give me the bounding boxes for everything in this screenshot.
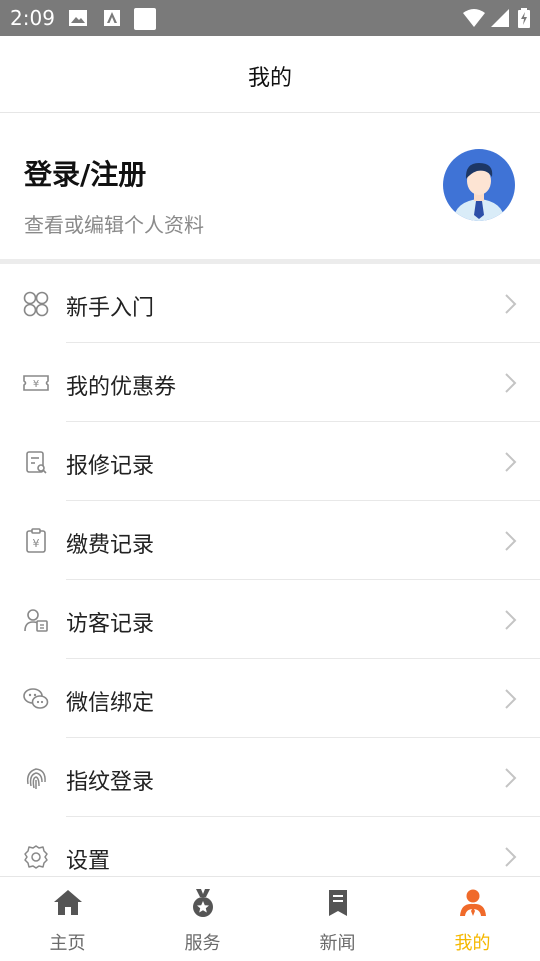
menu-item-label: 新手入门 [66,296,155,321]
battery-icon [518,8,530,28]
page-title: 我的 [247,66,292,91]
gear-icon [24,845,48,869]
chevron-right-icon [505,610,517,630]
svg-text:¥: ¥ [33,379,39,390]
login-register-link[interactable]: 登录/注册 [24,153,146,193]
tab-label: 我的 [454,933,491,954]
repair-icon [26,451,47,474]
tab-label: 服务 [184,933,221,954]
blank-notification-icon [134,8,156,30]
menu-item-label: 访客记录 [66,612,155,637]
menu-item-visitor-records[interactable]: 访客记录 [0,580,540,659]
status-time: 2:09 [10,6,55,30]
menu-item-coupons[interactable]: ¥ 我的优惠券 [0,343,540,422]
menu-item-label: 我的优惠券 [66,375,177,400]
bottom-tab-bar: 主页 服务 新闻 我的 [0,876,540,961]
medal-icon [192,889,213,917]
home-icon [53,890,82,915]
svg-text:¥: ¥ [33,537,40,550]
menu-item-payment-records[interactable]: ¥ 缴费记录 [0,501,540,580]
person-icon [459,889,486,916]
tab-services[interactable]: 服务 [135,877,270,961]
bookmark-icon [328,890,347,916]
tab-home[interactable]: 主页 [0,877,135,961]
title-bar: 我的 [0,36,540,113]
menu-item-label: 报修记录 [66,454,155,479]
chevron-right-icon [505,294,517,314]
tab-news[interactable]: 新闻 [270,877,405,961]
chevron-right-icon [505,689,517,709]
grid-icon [23,291,49,317]
avatar[interactable] [443,149,515,221]
menu-item-label: 缴费记录 [66,533,155,558]
chevron-right-icon [505,452,517,472]
tab-mine[interactable]: 我的 [405,877,540,961]
profile-subtitle: 查看或编辑个人资料 [24,213,204,237]
menu-item-label: 设置 [66,849,111,874]
menu-item-label: 微信绑定 [66,691,155,716]
signal-icon [491,9,509,27]
menu-item-label: 指纹登录 [66,770,155,795]
chevron-right-icon [505,531,517,551]
visitor-icon [24,609,48,632]
menu-item-getting-started[interactable]: 新手入门 [0,264,540,343]
wifi-icon [463,9,485,27]
chevron-right-icon [505,373,517,393]
keyboard-notification-icon [104,10,120,26]
menu-item-wechat-binding[interactable]: 微信绑定 [0,659,540,738]
profile-section[interactable]: 登录/注册 查看或编辑个人资料 [0,113,540,259]
payment-icon: ¥ [26,528,46,553]
tab-label: 新闻 [319,933,356,954]
menu-list: 新手入门 ¥ 我的优惠券 报修记录 ¥ 缴费记录 访客记录 微信绑定 指纹登录 … [0,264,540,896]
image-notification-icon [69,10,87,26]
fingerprint-icon [26,768,46,789]
chevron-right-icon [505,768,517,788]
status-bar: 2:09 [0,0,540,36]
menu-item-repair-records[interactable]: 报修记录 [0,422,540,501]
tab-label: 主页 [49,933,86,954]
coupon-icon: ¥ [23,375,49,391]
chevron-right-icon [505,847,517,867]
menu-item-fingerprint-login[interactable]: 指纹登录 [0,738,540,817]
wechat-icon [23,688,49,709]
